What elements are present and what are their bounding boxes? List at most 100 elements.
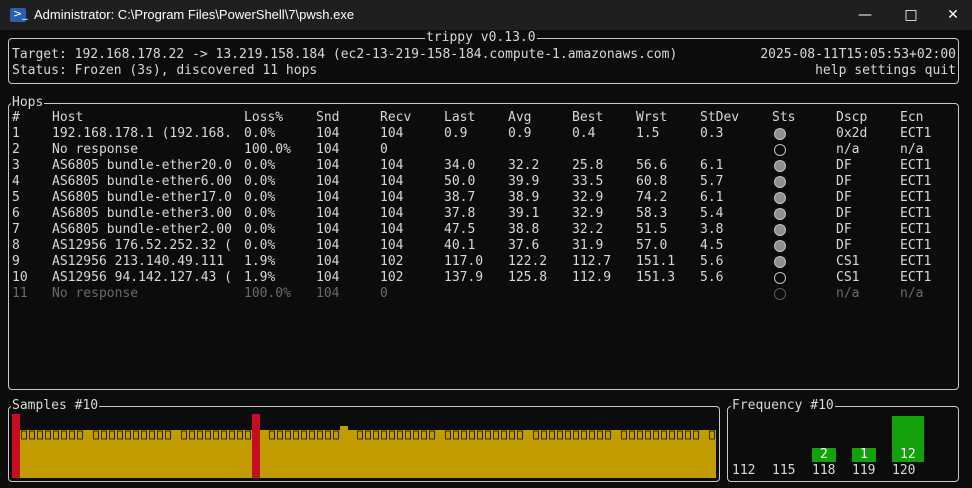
- column-header: Avg: [508, 110, 532, 125]
- sample-bar: [252, 414, 260, 478]
- table-cell: 5.6: [700, 254, 724, 269]
- hops-title: Hops: [11, 95, 45, 110]
- table-cell: 58.3: [636, 206, 668, 221]
- minimize-button[interactable]: —: [842, 0, 888, 30]
- table-cell: n/a: [836, 286, 860, 301]
- table-cell: 151.1: [636, 254, 676, 269]
- status-icon: [774, 272, 786, 284]
- table-cell: 25.8: [572, 158, 604, 173]
- table-cell: 104: [380, 126, 404, 141]
- table-row[interactable]: 1 192.168.178.1 (192.168. 0.0% 104 104 0.9 0.9…: [12, 126, 952, 142]
- table-cell: 104: [316, 174, 340, 189]
- table-cell: 4: [12, 174, 20, 189]
- hops-table-header: # Host Loss% Snd Recv Last Avg Best Wrst StDev Sts…: [12, 110, 952, 126]
- frequency-count: 12: [900, 447, 916, 462]
- table-row[interactable]: 3 AS6805 bundle-ether20.0 0.0% 104 104 34.0 32…: [12, 158, 952, 174]
- window-titlebar[interactable]: >_ Administrator: C:\Program Files\Power…: [0, 0, 972, 30]
- table-cell: n/a: [900, 286, 924, 301]
- table-cell: 0: [380, 286, 388, 301]
- sample-bar: [12, 414, 20, 478]
- menu-hints[interactable]: help settings quit: [815, 63, 956, 79]
- table-row[interactable]: 7 AS6805 bundle-ether2.00 0.0% 104 104 47.5 38…: [12, 222, 952, 238]
- table-cell: 9: [12, 254, 20, 269]
- table-row[interactable]: 6 AS6805 bundle-ether3.00 0.0% 104 104 37.8 39…: [12, 206, 952, 222]
- sample-bar: [84, 430, 92, 478]
- minimize-icon: —: [858, 7, 872, 23]
- table-cell: AS6805 bundle-ether3.00: [52, 206, 233, 221]
- window-title: Administrator: C:\Program Files\PowerShe…: [34, 7, 355, 22]
- frequency-count: 1: [860, 447, 868, 462]
- table-cell: 151.3: [636, 270, 676, 285]
- table-cell: 57.0: [636, 238, 668, 253]
- sample-bar: [524, 430, 532, 478]
- table-cell: CS1: [836, 270, 860, 285]
- table-row[interactable]: 10 AS12956 94.142.127.43 (1.9% 104 102 137.9…: [12, 270, 952, 286]
- status-icon: [774, 128, 786, 140]
- app-title: trippy v0.13.0: [425, 30, 537, 45]
- status-icon: [774, 256, 786, 268]
- table-row[interactable]: 5 AS6805 bundle-ether17.0 0.0% 104 104 38.7 38…: [12, 190, 952, 206]
- table-cell: 37.8: [444, 206, 476, 221]
- table-cell: 5.7: [700, 174, 724, 189]
- table-cell: 56.6: [636, 158, 668, 173]
- table-row[interactable]: 8 AS12956 176.52.252.32 (0.0% 104 104 40.1 37…: [12, 238, 952, 254]
- table-cell: 102: [380, 254, 404, 269]
- column-header: Sts: [772, 110, 796, 125]
- table-cell: 40.1: [444, 238, 476, 253]
- table-row[interactable]: 9 AS12956 213.140.49.111 1.9% 104 102 117.0 12…: [12, 254, 952, 270]
- table-cell: n/a: [900, 142, 924, 157]
- table-cell: ECT1: [900, 126, 932, 141]
- status-icon: [774, 288, 786, 300]
- table-row[interactable]: 11 No response 100.0% 104 0 n/a n/a: [12, 286, 952, 302]
- table-row[interactable]: 2 No response 100.0% 104 0 n/a n/a: [12, 142, 952, 158]
- frequency-bin-label: 118: [812, 463, 836, 478]
- table-cell: AS6805 bundle-ether6.00: [52, 174, 233, 189]
- table-cell: 104: [316, 270, 340, 285]
- frequency-count: 2: [820, 447, 828, 462]
- maximize-button[interactable]: □: [888, 0, 934, 30]
- table-cell: ECT1: [900, 174, 932, 189]
- table-cell: DF: [836, 190, 852, 205]
- table-cell: 104: [380, 158, 404, 173]
- table-cell: 33.5: [572, 174, 604, 189]
- frequency-panel: [727, 406, 959, 482]
- table-cell: 104: [380, 190, 404, 205]
- table-cell: AS6805 bundle-ether2.00: [52, 222, 233, 237]
- frequency-title: Frequency #10: [731, 398, 835, 413]
- table-cell: ECT1: [900, 254, 932, 269]
- table-cell: 0: [380, 142, 388, 157]
- table-cell: DF: [836, 222, 852, 237]
- status-icon: [774, 176, 786, 188]
- table-cell: DF: [836, 174, 852, 189]
- status-icon: [774, 208, 786, 220]
- table-cell: 104: [380, 174, 404, 189]
- table-cell: 0.9: [508, 126, 532, 141]
- table-cell: No response: [52, 142, 139, 157]
- table-cell: 0.0%: [244, 174, 276, 189]
- timestamp: 2025-08-11T15:05:53+02:00: [760, 47, 956, 62]
- table-cell: 125.8: [508, 270, 548, 285]
- close-button[interactable]: ✕: [930, 0, 972, 30]
- table-cell: 0.0%: [244, 190, 276, 205]
- table-cell: AS12956 94.142.127.43 (: [52, 270, 233, 285]
- status-icon: [774, 144, 786, 156]
- table-row[interactable]: 4 AS6805 bundle-ether6.00 0.0% 104 104 50.0 39…: [12, 174, 952, 190]
- powershell-icon: >_: [10, 7, 28, 22]
- table-cell: 5.4: [700, 206, 724, 221]
- table-cell: 51.5: [636, 222, 668, 237]
- table-cell: 104: [380, 206, 404, 221]
- table-cell: 122.2: [508, 254, 548, 269]
- table-cell: 0.9: [444, 126, 468, 141]
- table-cell: 0.0%: [244, 238, 276, 253]
- table-cell: 1.9%: [244, 270, 276, 285]
- table-cell: 0.0%: [244, 126, 276, 141]
- table-cell: 3.8: [700, 222, 724, 237]
- status-icon: [774, 240, 786, 252]
- table-cell: ECT1: [900, 206, 932, 221]
- table-cell: 4.5: [700, 238, 724, 253]
- table-cell: 104: [316, 206, 340, 221]
- table-cell: 32.9: [572, 206, 604, 221]
- table-cell: 34.0: [444, 158, 476, 173]
- status-icon: [774, 224, 786, 236]
- table-cell: 104: [380, 238, 404, 253]
